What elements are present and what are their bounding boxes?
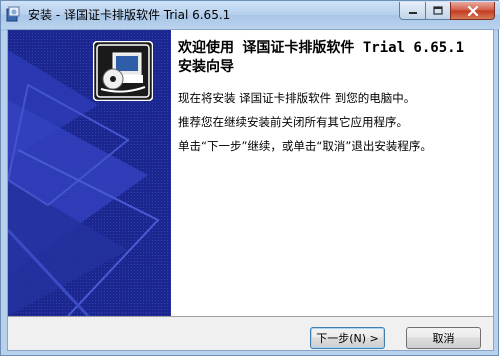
installer-window: 安装 - 译国证卡排版软件 Trial 6.65.1 欢迎使用 译国证卡排版软件… <box>0 0 500 356</box>
wizard-side-banner <box>8 30 171 316</box>
close-apps-text: 推荐您在继续安装前关闭所有其它应用程序。 <box>178 115 408 129</box>
wizard-frame: 欢迎使用 译国证卡排版软件 Trial 6.65.1 安装向导 现在将安装 译国… <box>7 29 494 351</box>
close-icon <box>467 5 478 16</box>
instruction-text: 单击“下一步”继续，或单击“取消”退出安装程序。 <box>178 139 432 153</box>
minimize-button[interactable] <box>399 2 426 20</box>
next-button[interactable]: 下一步(N) > <box>310 327 385 349</box>
maximize-icon <box>433 6 443 15</box>
minimize-icon <box>408 11 417 14</box>
title-bar[interactable]: 安装 - 译国证卡排版软件 Trial 6.65.1 <box>1 1 500 29</box>
installer-icon <box>6 6 22 22</box>
window-title: 安装 - 译国证卡排版软件 Trial 6.65.1 <box>28 8 231 22</box>
button-bar: 下一步(N) > 取消 <box>8 316 493 350</box>
computer-disc-icon <box>92 40 154 102</box>
wizard-content: 欢迎使用 译国证卡排版软件 Trial 6.65.1 安装向导 现在将安装 译国… <box>171 30 493 316</box>
close-button[interactable] <box>450 2 495 20</box>
cancel-button[interactable]: 取消 <box>406 327 481 349</box>
install-target-text: 现在将安装 译国证卡排版软件 到您的电脑中。 <box>178 91 416 105</box>
maximize-button[interactable] <box>425 2 451 20</box>
wizard-heading: 欢迎使用 译国证卡排版软件 Trial 6.65.1 安装向导 <box>178 40 465 75</box>
